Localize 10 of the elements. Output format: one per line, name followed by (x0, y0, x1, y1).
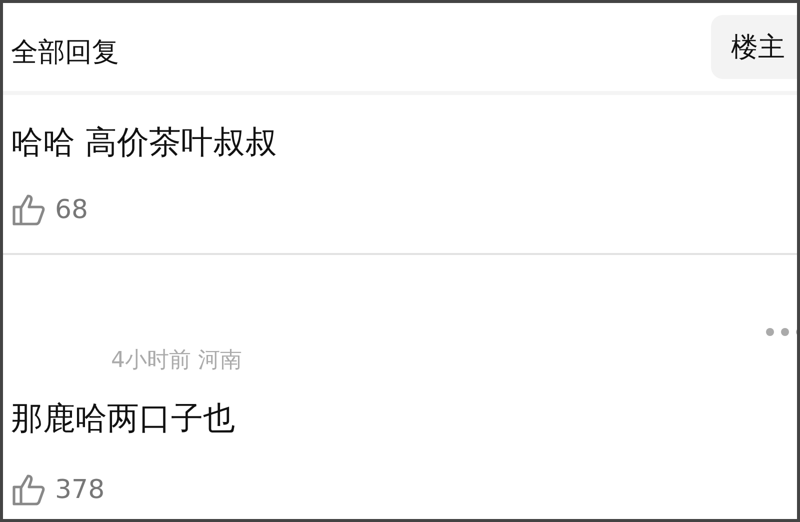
comment-meta: 4小时前 河南 (111, 347, 243, 375)
thumbs-up-icon[interactable] (11, 473, 47, 507)
op-filter-button[interactable]: 楼主 (711, 15, 797, 79)
comment-text: 那鹿哈两口子也 (11, 398, 236, 439)
comment-text: 哈哈 高价茶叶叔叔 (11, 122, 278, 163)
thumbs-up-icon[interactable] (11, 193, 47, 227)
like-count: 68 (55, 195, 88, 225)
more-icon[interactable] (765, 327, 797, 337)
like-count: 378 (55, 475, 105, 505)
section-title: 全部回复 (11, 36, 119, 70)
